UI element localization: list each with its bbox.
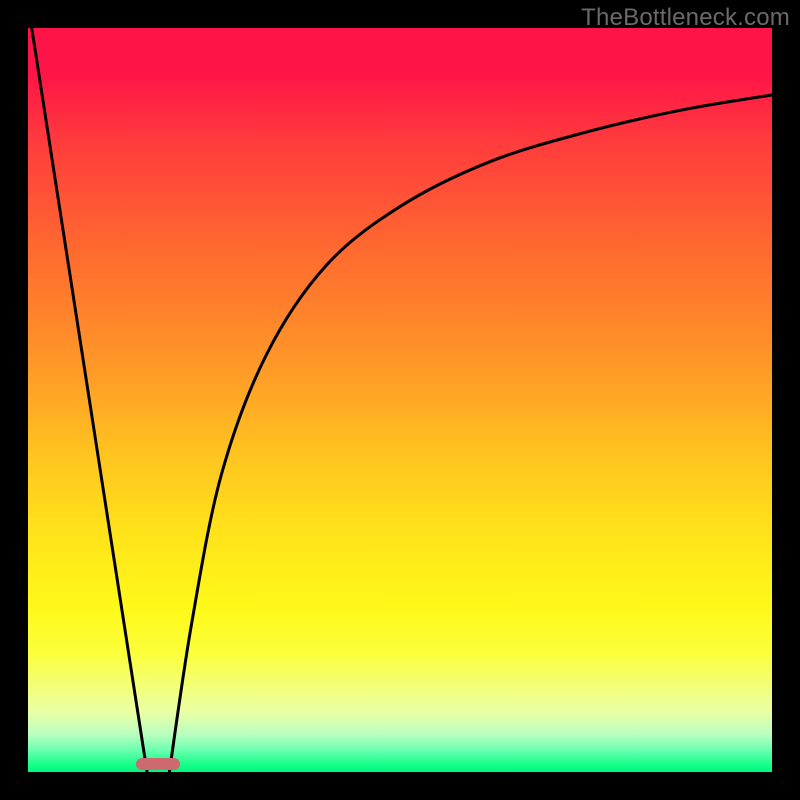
watermark-text: TheBottleneck.com: [581, 4, 790, 32]
min-marker: [136, 758, 180, 770]
curves-svg: [28, 28, 772, 772]
plot-area: [28, 28, 772, 772]
chart-frame: TheBottleneck.com: [0, 0, 800, 800]
right-curve-path: [169, 95, 772, 772]
left-line-path: [32, 28, 147, 772]
